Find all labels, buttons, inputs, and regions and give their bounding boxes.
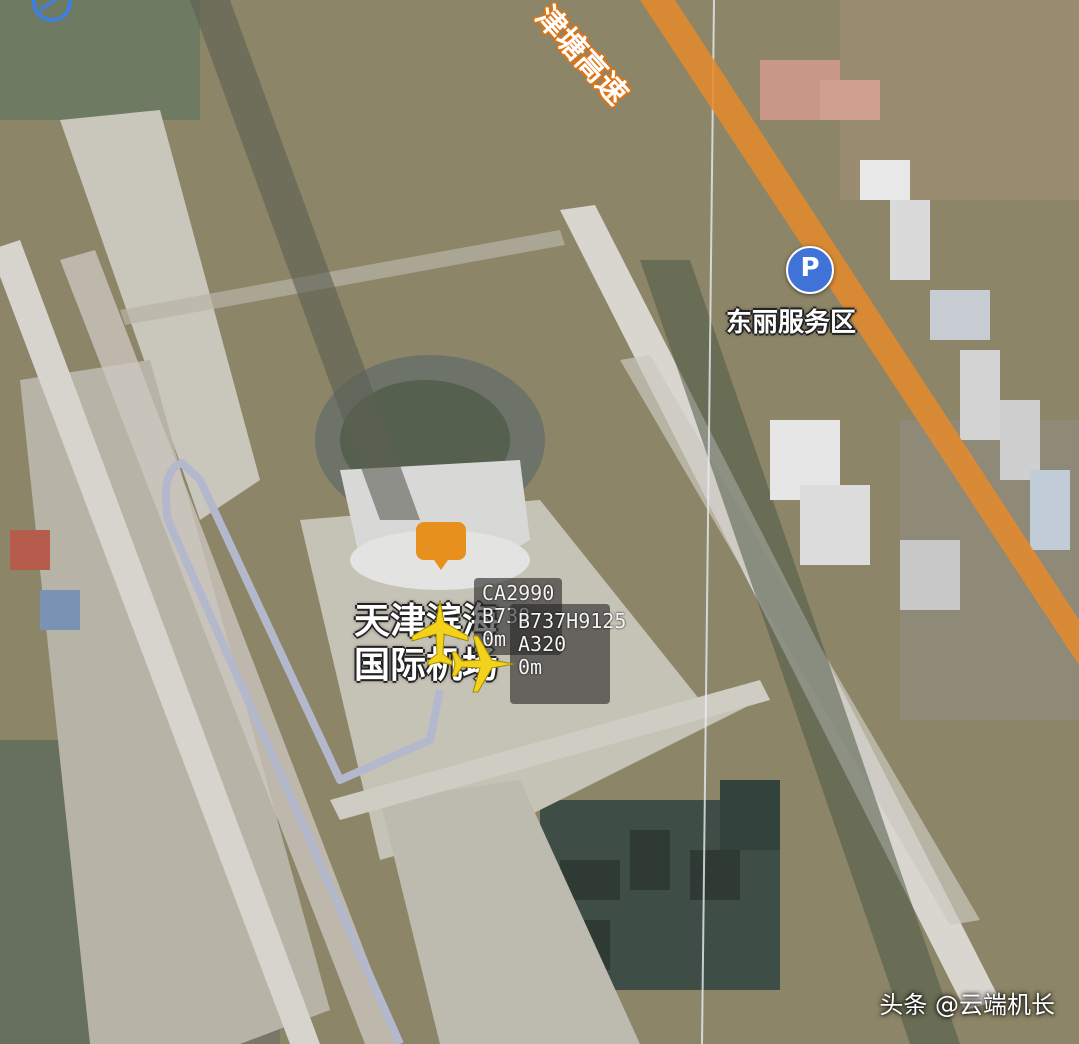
flight-callsign: B737H9125 — [518, 609, 627, 633]
flight-card[interactable]: B737H9125 A320 0m — [510, 604, 627, 704]
parking-icon[interactable]: P — [786, 246, 834, 294]
airport-pin-icon[interactable] — [414, 520, 468, 572]
map-view[interactable]: 津塘高速 P 东丽服务区 天津滨海 国际机场 CA2990 B738 0m B7… — [0, 0, 1079, 1044]
compass-icon[interactable] — [30, 0, 74, 24]
service-area-label[interactable]: 东丽服务区 — [726, 302, 856, 339]
watermark: 头条 @云端机长 — [879, 991, 1055, 1019]
aircraft-icon[interactable] — [452, 632, 516, 696]
flight-callsign: CA2990 — [482, 581, 555, 605]
flight-aircraft: A320 — [518, 632, 567, 656]
parking-glyph: P — [800, 253, 820, 283]
flight-altitude: 0m — [518, 655, 543, 679]
satellite-imagery — [0, 0, 1079, 1044]
